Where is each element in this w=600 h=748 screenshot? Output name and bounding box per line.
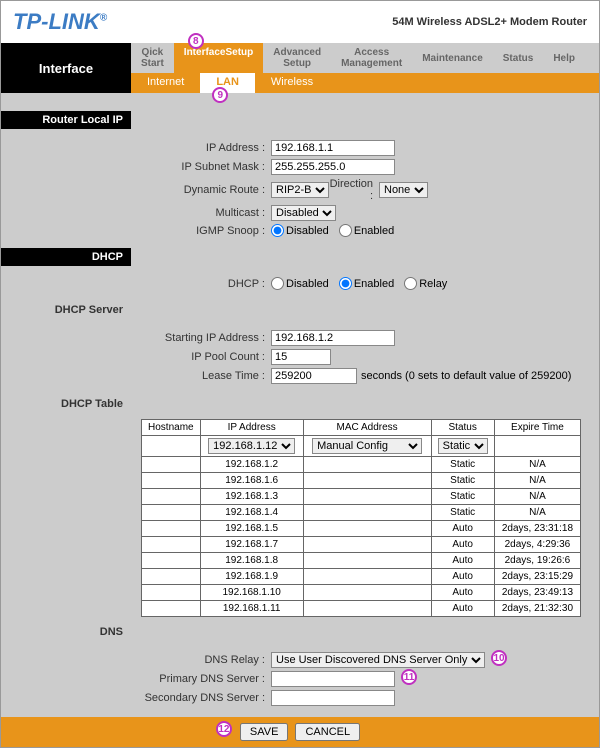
start-ip-input[interactable] (271, 330, 395, 346)
mac-select[interactable]: Manual Config (312, 438, 422, 454)
tab-interface-setup[interactable]: 8 InterfaceSetup (174, 43, 263, 73)
dhcp-disabled-radio[interactable] (271, 277, 284, 290)
footer-bar: 12 SAVE CANCEL (1, 717, 599, 747)
igmp-disabled-radio[interactable] (271, 224, 284, 237)
status-select[interactable]: Static (438, 438, 488, 454)
tab-quick-start[interactable]: QickStart (131, 43, 174, 73)
subtab-internet[interactable]: Internet (131, 73, 200, 93)
tab-access-management[interactable]: AccessManagement (331, 43, 412, 73)
ip-address-input[interactable] (271, 140, 395, 156)
table-row: 192.168.1.3StaticN/A (142, 489, 581, 505)
start-ip-label: Starting IP Address : (141, 332, 271, 344)
dyn-route-label: Dynamic Route : (141, 184, 271, 196)
nav-title: Interface (1, 43, 131, 93)
dhcp-mode-label: DHCP : (141, 278, 271, 290)
igmp-label: IGMP Snoop : (141, 225, 271, 237)
secondary-dns-label: Secondary DNS Server : (141, 692, 271, 704)
secondary-dns-input[interactable] (271, 690, 395, 706)
annotation-11: 11 (401, 669, 417, 685)
table-row: 192.168.1.4StaticN/A (142, 505, 581, 521)
table-row: 192.168.1.5Auto2days, 23:31:18 (142, 521, 581, 537)
dhcp-relay-radio[interactable] (404, 277, 417, 290)
header: TP-LINK® 54M Wireless ADSL2+ Modem Route… (1, 1, 599, 43)
section-dhcp-server: DHCP Server (1, 301, 131, 319)
ip-address-label: IP Address : (141, 142, 271, 154)
multicast-select[interactable]: Disabled (271, 205, 336, 221)
table-row: 192.168.1.11Auto2days, 21:32:30 (142, 601, 581, 617)
subtab-wireless[interactable]: Wireless (255, 73, 329, 93)
tab-status[interactable]: Status (493, 43, 544, 73)
subnet-input[interactable] (271, 159, 395, 175)
dns-relay-select[interactable]: Use User Discovered DNS Server Only (271, 652, 485, 668)
table-row: 192.168.1.6StaticN/A (142, 473, 581, 489)
subtab-lan[interactable]: LAN 9 (200, 73, 255, 93)
cancel-button[interactable]: CANCEL (295, 723, 360, 741)
direction-select[interactable]: None (379, 182, 428, 198)
primary-dns-input[interactable] (271, 671, 395, 687)
table-row: 192.168.1.8Auto2days, 19:26:6 (142, 553, 581, 569)
section-router-local-ip: Router Local IP (1, 111, 131, 129)
pool-count-input[interactable] (271, 349, 331, 365)
dhcp-table: HostnameIP AddressMAC AddressStatusExpir… (141, 419, 581, 617)
pool-count-label: IP Pool Count : (141, 351, 271, 363)
table-header: MAC Address (303, 420, 431, 436)
tab-help[interactable]: Help (543, 43, 585, 73)
table-header: Status (431, 420, 494, 436)
tab-maintenance[interactable]: Maintenance (412, 43, 493, 73)
annotation-12: 12 (216, 721, 232, 737)
subnet-label: IP Subnet Mask : (141, 161, 271, 173)
section-dhcp: DHCP (1, 248, 131, 266)
annotation-10: 10 (491, 650, 507, 666)
section-dhcp-table: DHCP Table (1, 395, 131, 413)
lease-note: seconds (0 sets to default value of 2592… (361, 370, 571, 382)
table-row: 192.168.1.9Auto2days, 23:15:29 (142, 569, 581, 585)
table-header: IP Address (200, 420, 303, 436)
table-header: Expire Time (494, 420, 580, 436)
section-dns: DNS (1, 623, 131, 641)
direction-label: Direction : (329, 178, 379, 202)
lease-time-label: Lease Time : (141, 370, 271, 382)
table-row: 192.168.1.7Auto2days, 4:29:36 (142, 537, 581, 553)
product-name: 54M Wireless ADSL2+ Modem Router (392, 16, 587, 28)
table-row: 192.168.1.2StaticN/A (142, 457, 581, 473)
sub-tabs: Internet LAN 9 Wireless (131, 73, 599, 93)
save-button[interactable]: SAVE (240, 723, 289, 741)
dhcp-enabled-radio[interactable] (339, 277, 352, 290)
lease-time-input[interactable] (271, 368, 357, 384)
tab-advanced-setup[interactable]: AdvancedSetup (263, 43, 331, 73)
dyn-route-select[interactable]: RIP2-B (271, 182, 329, 198)
table-header: Hostname (142, 420, 201, 436)
igmp-enabled-radio[interactable] (339, 224, 352, 237)
primary-dns-label: Primary DNS Server : (141, 673, 271, 685)
top-tabs: QickStart 8 InterfaceSetup AdvancedSetup… (131, 43, 599, 73)
table-row: 192.168.1.10Auto2days, 23:49:13 (142, 585, 581, 601)
ip-select[interactable]: 192.168.1.12 (208, 438, 295, 454)
annotation-8: 8 (188, 33, 204, 49)
logo: TP-LINK® (13, 9, 107, 35)
dns-relay-label: DNS Relay : (141, 654, 271, 666)
multicast-label: Multicast : (141, 207, 271, 219)
